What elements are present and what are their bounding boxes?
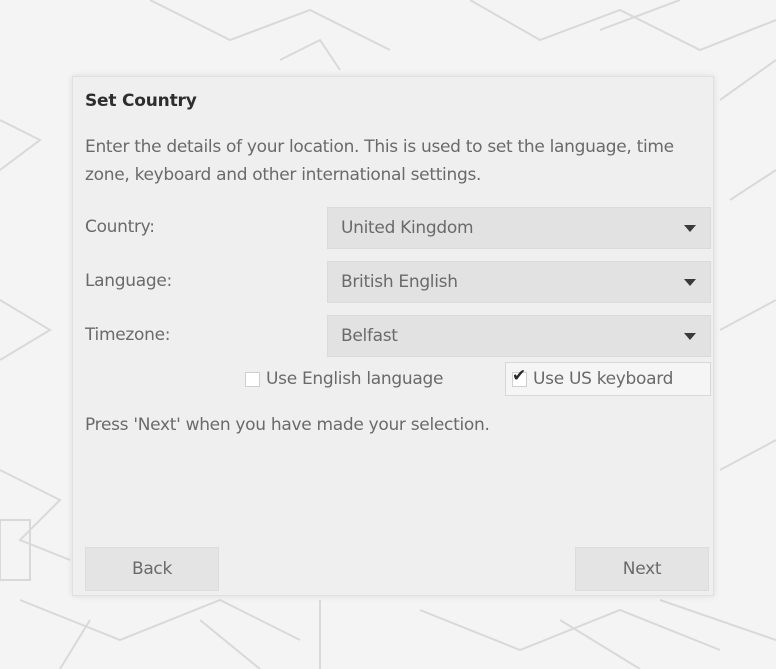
back-button[interactable]: Back — [85, 547, 219, 591]
country-dropdown[interactable]: United Kingdom — [327, 207, 711, 249]
chevron-down-icon — [684, 333, 696, 340]
timezone-label: Timezone: — [85, 325, 171, 345]
use-english-language-checkbox[interactable]: Use English language — [245, 362, 443, 396]
checkmark-icon: ✔ — [512, 365, 527, 386]
dialog-description: Enter the details of your location. This… — [85, 137, 674, 185]
use-english-language-label: Use English language — [266, 369, 444, 389]
language-value: British English — [341, 272, 458, 292]
country-label: Country: — [85, 217, 155, 237]
checkbox-box[interactable]: ✔ — [512, 367, 527, 387]
language-label: Language: — [85, 271, 172, 291]
use-us-keyboard-checkbox[interactable]: ✔ Use US keyboard — [505, 362, 711, 396]
timezone-value: Belfast — [341, 326, 398, 346]
instruction-text: Press 'Next' when you have made your sel… — [85, 415, 490, 435]
dialog-title: Set Country — [85, 91, 197, 111]
use-us-keyboard-label: Use US keyboard — [533, 369, 674, 389]
set-country-dialog: Set Country Enter the details of your lo… — [72, 76, 714, 596]
chevron-down-icon — [684, 225, 696, 232]
language-dropdown[interactable]: British English — [327, 261, 711, 303]
country-value: United Kingdom — [341, 218, 474, 238]
checkbox-box[interactable] — [245, 371, 260, 387]
next-button[interactable]: Next — [575, 547, 709, 591]
chevron-down-icon — [684, 279, 696, 286]
timezone-dropdown[interactable]: Belfast — [327, 315, 711, 357]
